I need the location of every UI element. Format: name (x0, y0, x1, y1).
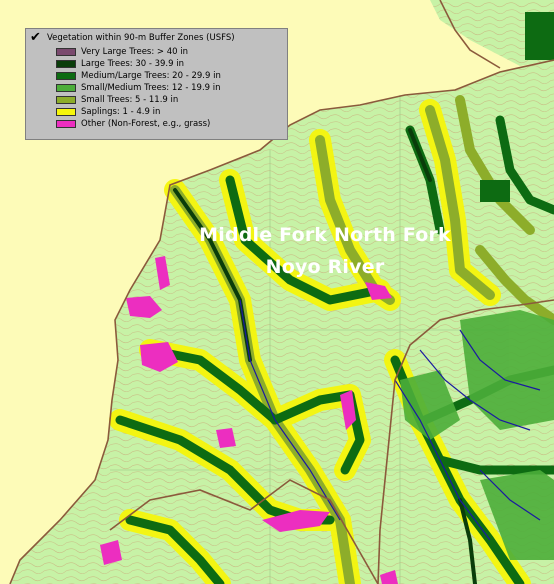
legend-label: Small/Medium Trees: 12 - 19.9 in (81, 82, 221, 93)
legend-swatch (56, 59, 76, 68)
legend-item: Small/Medium Trees: 12 - 19.9 in (56, 82, 283, 93)
legend-swatch (56, 71, 76, 80)
visibility-checkbox[interactable]: ✔ (30, 31, 44, 44)
legend-item: Very Large Trees: > 40 in (56, 46, 283, 57)
legend-item: Small Trees: 5 - 11.9 in (56, 94, 283, 105)
legend-label: Very Large Trees: > 40 in (81, 46, 189, 57)
legend-panel: ✔ Vegetation within 90-m Buffer Zones (U… (25, 28, 288, 140)
legend-title: Vegetation within 90-m Buffer Zones (USF… (47, 33, 235, 43)
legend-swatch (56, 47, 76, 56)
legend-label: Other (Non-Forest, e.g., grass) (81, 118, 211, 129)
legend-label: Saplings: 1 - 4.9 in (81, 106, 161, 117)
legend-swatch (56, 83, 76, 92)
legend-label: Small Trees: 5 - 11.9 in (81, 94, 179, 105)
legend-label: Large Trees: 30 - 39.9 in (81, 58, 184, 69)
legend-swatch (56, 107, 76, 116)
map-label-line2: Noyo River (265, 256, 385, 278)
legend-swatch (56, 119, 76, 128)
legend-item: Large Trees: 30 - 39.9 in (56, 58, 283, 69)
legend-label: Medium/Large Trees: 20 - 29.9 in (81, 70, 221, 81)
legend-swatch (56, 95, 76, 104)
map-label-line1: Middle Fork North Fork (199, 224, 451, 246)
legend-item: Medium/Large Trees: 20 - 29.9 in (56, 70, 283, 81)
legend-item: Other (Non-Forest, e.g., grass) (56, 118, 283, 129)
legend-item: Saplings: 1 - 4.9 in (56, 106, 283, 117)
